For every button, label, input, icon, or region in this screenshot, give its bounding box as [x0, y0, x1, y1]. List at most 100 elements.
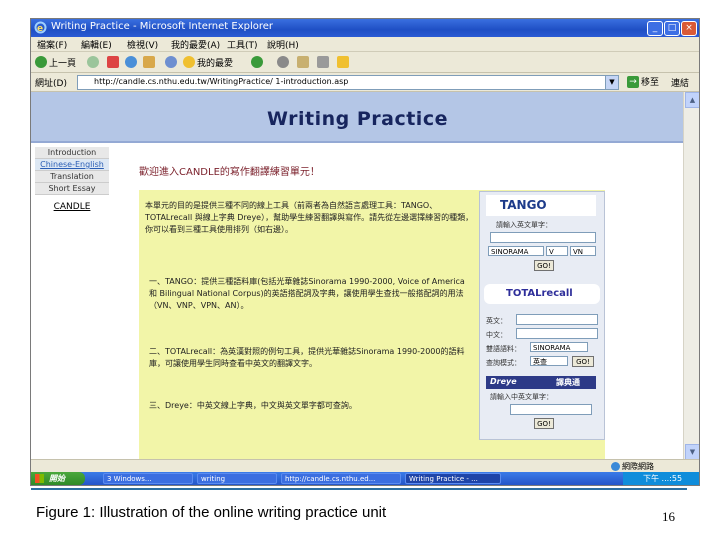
tango-query-input[interactable]: [490, 232, 596, 243]
stop-button[interactable]: [107, 55, 119, 69]
home-icon: [143, 56, 155, 68]
print-button[interactable]: [317, 55, 329, 69]
history-icon: [277, 56, 289, 68]
totalrecall-mode-select[interactable]: 英查: [530, 356, 568, 366]
system-tray: 下午 ...:55: [623, 472, 699, 485]
media-button[interactable]: [251, 55, 263, 69]
menu-tools[interactable]: 工具(T): [227, 38, 258, 51]
dreye-logo: Dreye 譯典通: [486, 376, 596, 389]
close-button[interactable]: ×: [681, 21, 697, 36]
totalrecall-chinese-label: 中文：: [486, 331, 507, 339]
totalrecall-english-label: 英文：: [486, 317, 507, 325]
dreye-query-label: 請輸入中英文單字：: [490, 393, 553, 401]
taskbar-item-folder[interactable]: 3 Windows...: [103, 473, 193, 484]
taskbar-item-candle[interactable]: http://candle.cs.nthu.ed...: [281, 473, 401, 484]
totalrecall-go-button[interactable]: GO!: [572, 356, 594, 367]
internet-zone: 網際網路: [611, 461, 654, 472]
dreye-go-button[interactable]: GO!: [534, 418, 554, 429]
back-arrow-icon: [35, 56, 47, 68]
tango-description: 一、TANGO：提供三種語料庫(包括光華雜誌Sinorama 1990-2000…: [149, 277, 465, 310]
intro-paragraph: 本單元的目的是提供三種不同的線上工具（前兩者為自然語言處理工具：TANGO、TO…: [145, 201, 474, 234]
star-icon: [183, 56, 195, 68]
clock: 下午 ...:55: [643, 474, 683, 483]
menu-help[interactable]: 說明(H): [267, 38, 299, 51]
nav-short-essay[interactable]: Short Essay: [35, 183, 109, 195]
tango-logo: TANGO: [486, 195, 596, 216]
totalrecall-mode-label: 查詢模式：: [486, 359, 521, 367]
dreye-query-input[interactable]: [510, 404, 592, 415]
folder-icon: [337, 56, 349, 68]
mail-icon: [297, 56, 309, 68]
status-bar: 網際網路: [31, 459, 699, 473]
search-icon: [165, 56, 177, 68]
page-banner: Writing Practice: [31, 92, 683, 143]
go-button[interactable]: → 移至: [627, 75, 659, 88]
sidebar-nav: Introduction Chinese-English Translation…: [35, 147, 109, 213]
tango-query-label: 請輸入英文單字：: [496, 221, 552, 229]
page-number: 16: [662, 509, 675, 524]
menu-view[interactable]: 檢視(V): [127, 38, 158, 51]
forward-arrow-icon: [87, 56, 99, 68]
home-button[interactable]: [143, 55, 155, 69]
scroll-up-icon[interactable]: ▲: [685, 92, 699, 108]
totalrecall-chinese-input[interactable]: [516, 328, 598, 339]
tango-pos1-select[interactable]: V: [546, 246, 568, 256]
page-title: Writing Practice: [267, 108, 448, 130]
minimize-button[interactable]: _: [647, 21, 663, 36]
print-icon: [317, 56, 329, 68]
tango-pos2-select[interactable]: VN: [570, 246, 596, 256]
tango-corpus-select[interactable]: SINORAMA: [488, 246, 544, 256]
taskbar-item-writing-practice[interactable]: Writing Practice - ...: [405, 473, 501, 484]
refresh-button[interactable]: [125, 55, 137, 69]
globe-icon: [611, 462, 620, 471]
links-button[interactable]: 連結: [671, 76, 689, 89]
windows-flag-icon: [35, 474, 44, 483]
welcome-heading: 歡迎進入CANDLE的寫作翻譯練習單元！: [139, 167, 320, 178]
totalrecall-logo: TOTALrecall: [484, 284, 600, 304]
maximize-button[interactable]: □: [664, 21, 680, 36]
page-content: Writing Practice Introduction Chinese-En…: [31, 92, 683, 459]
scroll-down-icon[interactable]: ▼: [685, 444, 699, 460]
title-bar[interactable]: e Writing Practice - Microsoft Internet …: [31, 19, 699, 37]
ie-logo-icon: e: [34, 21, 47, 34]
folder-button[interactable]: [337, 55, 349, 69]
nav-introduction[interactable]: Introduction: [35, 147, 109, 159]
address-label: 網址(D): [35, 79, 67, 89]
back-button[interactable]: 上一頁: [35, 55, 76, 69]
dreye-description: 三、Dreye：中英文線上字典，中文與英文單字都可查詢。: [149, 401, 357, 410]
nav-translation[interactable]: Translation: [35, 171, 109, 183]
taskbar-item-writing[interactable]: writing: [197, 473, 277, 484]
address-bar: 網址(D) http://candle.cs.nthu.edu.tw/Writi…: [31, 73, 699, 92]
svg-text:e: e: [37, 24, 43, 34]
search-button[interactable]: [165, 55, 177, 69]
address-value: http://candle.cs.nthu.edu.tw/WritingPrac…: [94, 77, 349, 86]
mail-button[interactable]: [297, 55, 309, 69]
address-dropdown-icon[interactable]: ▼: [605, 75, 619, 90]
menu-favorites[interactable]: 我的最愛(A): [171, 38, 220, 51]
menu-edit[interactable]: 編輯(E): [81, 38, 112, 51]
tango-go-button[interactable]: GO!: [534, 260, 554, 271]
totalrecall-corpus-label: 雙語語料：: [486, 345, 521, 353]
figure-caption: Figure 1: Illustration of the online wri…: [36, 504, 387, 521]
totalrecall-description: 二、TOTALrecall：為英漢對照的例句工具，提供光華雜誌Sinorama …: [149, 347, 465, 368]
menu-bar: 檔案(F) 編輯(E) 檢視(V) 我的最愛(A) 工具(T) 說明(H): [31, 37, 699, 52]
nav-chinese-english[interactable]: Chinese-English: [35, 159, 109, 171]
totalrecall-english-input[interactable]: [516, 314, 598, 325]
taskbar: 開始 3 Windows... writing http://candle.cs…: [31, 472, 699, 485]
slide-divider: [31, 488, 687, 490]
address-input[interactable]: http://candle.cs.nthu.edu.tw/WritingPrac…: [77, 75, 619, 90]
vertical-scrollbar[interactable]: ▲ ▼: [683, 92, 699, 460]
menu-file[interactable]: 檔案(F): [37, 38, 67, 51]
start-button[interactable]: 開始: [31, 472, 85, 485]
forward-button[interactable]: [87, 55, 99, 69]
history-button[interactable]: [277, 55, 289, 69]
favorites-button[interactable]: 我的最愛: [183, 55, 233, 69]
nav-candle-link[interactable]: CANDLE: [35, 201, 109, 213]
tools-panel: TANGO 請輸入英文單字： SINORAMA V VN GO! TOTALre…: [479, 191, 605, 440]
stop-icon: [107, 56, 119, 68]
media-icon: [251, 56, 263, 68]
browser-window: e Writing Practice - Microsoft Internet …: [30, 18, 700, 486]
totalrecall-corpus-select[interactable]: SINORAMA: [530, 342, 588, 352]
toolbar: 上一頁 我的最愛: [31, 52, 699, 73]
refresh-icon: [125, 56, 137, 68]
